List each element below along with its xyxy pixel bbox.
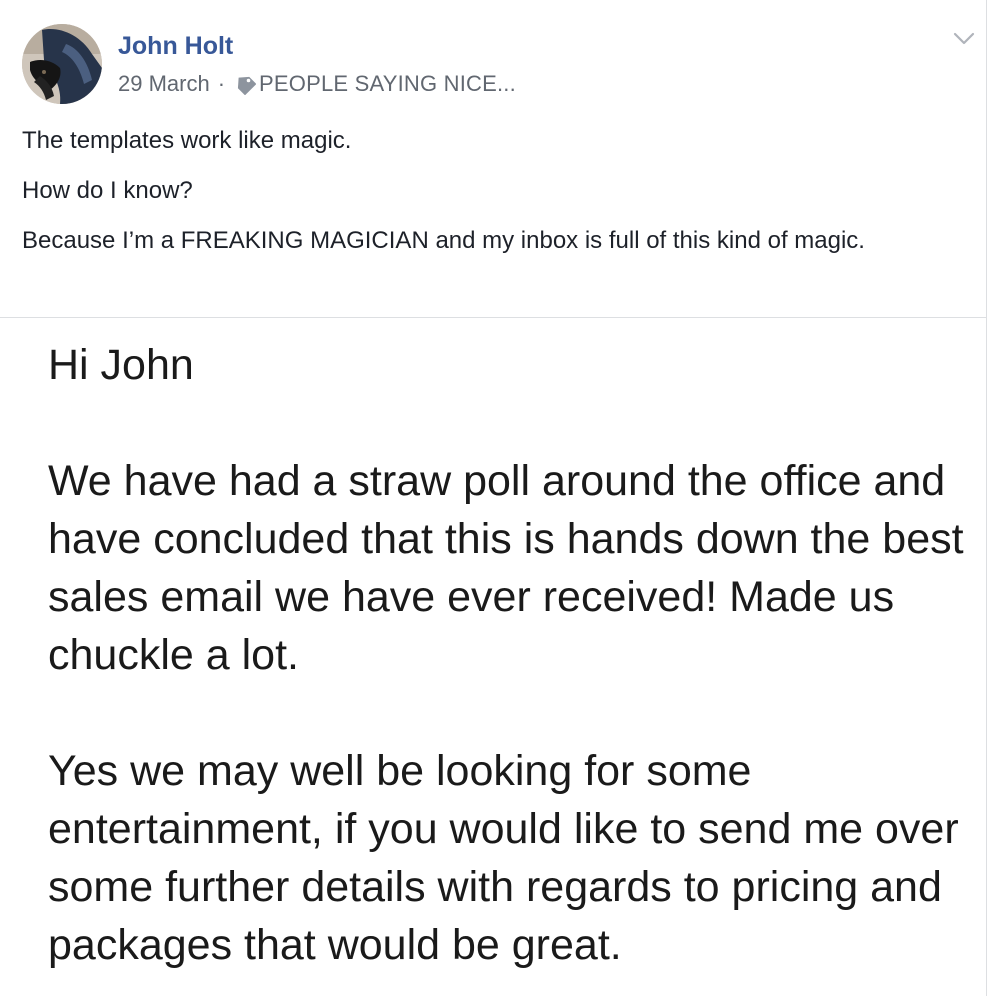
email-text: Hi John We have had a straw poll around … (48, 336, 968, 996)
post-tag-label[interactable]: PEOPLE SAYING NICE... (259, 71, 516, 97)
attached-email-screenshot[interactable]: Hi John We have had a straw poll around … (2, 318, 986, 996)
tag-icon (233, 72, 257, 96)
avatar-photo (22, 24, 102, 104)
post-text: The templates work like magic. How do I … (22, 122, 962, 272)
facebook-post: John Holt 29 March · PEOPLE SAYING NICE.… (0, 0, 987, 996)
chevron-down-icon[interactable] (952, 28, 976, 48)
post-meta: 29 March · PEOPLE SAYING NICE... (118, 70, 516, 98)
post-paragraph: Because I’m a FREAKING MAGICIAN and my i… (22, 227, 865, 254)
meta-separator: · (217, 71, 226, 96)
author-name[interactable]: John Holt (118, 31, 233, 61)
author-avatar[interactable] (22, 24, 102, 104)
email-paragraph: We have had a straw poll around the offi… (48, 457, 964, 679)
post-date[interactable]: 29 March (118, 71, 210, 97)
email-paragraph: Yes we may well be looking for some ente… (48, 747, 959, 969)
email-greeting: Hi John (48, 341, 194, 389)
post-paragraph: How do I know? (22, 177, 193, 204)
post-paragraph: The templates work like magic. (22, 127, 352, 154)
